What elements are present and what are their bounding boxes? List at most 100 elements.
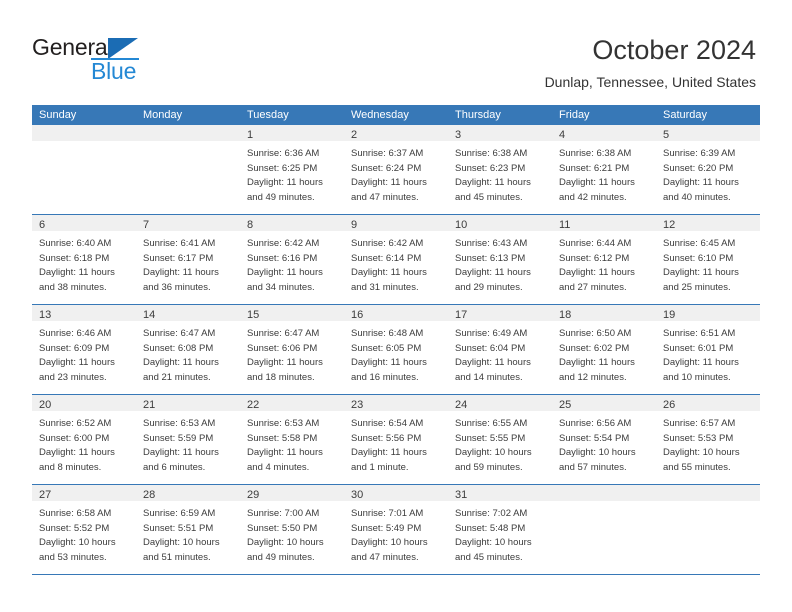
daylight-text: Daylight: 10 hours bbox=[39, 537, 116, 549]
day-detail-lines: Sunrise: 6:54 AM Sunset: 5:56 PM Daylight:… bbox=[344, 411, 448, 475]
daylight-text: Daylight: 11 hours bbox=[143, 267, 219, 279]
sunrise-text: Sunrise: 6:57 AM bbox=[663, 418, 736, 429]
daylight-text: Daylight: 10 hours bbox=[455, 447, 532, 459]
calendar-day-cell[interactable]: 26 Sunrise: 6:57 AM Sunset: 5:53 PM Dayligh… bbox=[656, 395, 760, 484]
weekday-header-thursday: Thursday bbox=[455, 109, 501, 121]
day-number: 30 bbox=[351, 489, 364, 501]
daylight-text: Daylight: 10 hours bbox=[247, 537, 324, 549]
day-number-band: 12 bbox=[656, 215, 760, 231]
daylight-text: and 10 minutes. bbox=[663, 371, 731, 383]
sunset-text: Sunset: 6:17 PM bbox=[143, 252, 214, 264]
calendar-day-cell[interactable]: 21 Sunrise: 6:53 AM Sunset: 5:59 PM Dayligh… bbox=[136, 395, 240, 484]
daylight-text: and 45 minutes. bbox=[455, 191, 523, 203]
calendar-day-cell[interactable]: 7 Sunrise: 6:41 AM Sunset: 6:17 PM Daylight… bbox=[136, 215, 240, 304]
sunrise-text: Sunrise: 6:44 AM bbox=[559, 238, 632, 249]
daylight-text: and 8 minutes. bbox=[39, 461, 102, 473]
general-blue-logo[interactable]: General Blue bbox=[32, 34, 212, 90]
day-detail-lines: Sunrise: 6:49 AM Sunset: 6:04 PM Daylight:… bbox=[448, 321, 552, 385]
calendar-week-row: 27 Sunrise: 6:58 AM Sunset: 5:52 PM Dayligh… bbox=[32, 485, 760, 575]
sunrise-text: Sunrise: 6:53 AM bbox=[247, 418, 320, 429]
weekday-header-row: Sunday Monday Tuesday Wednesday Thursday Frid… bbox=[32, 105, 760, 125]
calendar-day-cell[interactable]: 11 Sunrise: 6:44 AM Sunset: 6:12 PM Dayligh… bbox=[552, 215, 656, 304]
calendar-day-cell[interactable]: 28 Sunrise: 6:59 AM Sunset: 5:51 PM Dayligh… bbox=[136, 485, 240, 574]
calendar-day-cell[interactable]: 19 Sunrise: 6:51 AM Sunset: 6:01 PM Dayligh… bbox=[656, 305, 760, 394]
sunrise-text: Sunrise: 7:00 AM bbox=[247, 508, 320, 519]
day-number: 9 bbox=[351, 219, 358, 231]
daylight-text: and 12 minutes. bbox=[559, 371, 627, 383]
calendar-day-cell[interactable]: 22 Sunrise: 6:53 AM Sunset: 5:58 PM Dayligh… bbox=[240, 395, 344, 484]
calendar-day-cell[interactable]: 10 Sunrise: 6:43 AM Sunset: 6:13 PM Dayligh… bbox=[448, 215, 552, 304]
day-number-band: 6 bbox=[32, 215, 136, 231]
logo-text-blue: Blue bbox=[91, 58, 137, 84]
daylight-text: Daylight: 11 hours bbox=[39, 357, 115, 369]
calendar-day-cell[interactable]: 12 Sunrise: 6:45 AM Sunset: 6:10 PM Dayligh… bbox=[656, 215, 760, 304]
calendar-day-cell[interactable]: 24 Sunrise: 6:55 AM Sunset: 5:55 PM Dayligh… bbox=[448, 395, 552, 484]
day-number-band: 27 bbox=[32, 485, 136, 501]
day-number-band: 30 bbox=[344, 485, 448, 501]
day-number: 1 bbox=[247, 129, 254, 141]
weekday-header-sunday: Sunday bbox=[39, 109, 77, 121]
calendar-day-cell[interactable]: 2 Sunrise: 6:37 AM Sunset: 6:24 PM Daylight… bbox=[344, 125, 448, 214]
daylight-text: and 36 minutes. bbox=[143, 281, 211, 293]
daylight-text: and 23 minutes. bbox=[39, 371, 107, 383]
day-number-band: 21 bbox=[136, 395, 240, 411]
daylight-text: Daylight: 11 hours bbox=[351, 177, 427, 189]
day-number-band: 8 bbox=[240, 215, 344, 231]
day-number: 13 bbox=[39, 309, 52, 321]
sunset-text: Sunset: 6:00 PM bbox=[39, 432, 110, 444]
sunset-text: Sunset: 6:14 PM bbox=[351, 252, 422, 264]
calendar-day-cell[interactable]: 16 Sunrise: 6:48 AM Sunset: 6:05 PM Dayligh… bbox=[344, 305, 448, 394]
calendar-day-cell[interactable]: 27 Sunrise: 6:58 AM Sunset: 5:52 PM Dayligh… bbox=[32, 485, 136, 574]
calendar-day-cell[interactable]: 9 Sunrise: 6:42 AM Sunset: 6:14 PM Daylight… bbox=[344, 215, 448, 304]
day-detail-lines: Sunrise: 6:55 AM Sunset: 5:55 PM Daylight:… bbox=[448, 411, 552, 475]
calendar-day-cell[interactable]: 4 Sunrise: 6:38 AM Sunset: 6:21 PM Daylight… bbox=[552, 125, 656, 214]
sunrise-text: Sunrise: 6:55 AM bbox=[455, 418, 528, 429]
day-number: 17 bbox=[455, 309, 468, 321]
calendar-day-cell[interactable]: 25 Sunrise: 6:56 AM Sunset: 5:54 PM Dayligh… bbox=[552, 395, 656, 484]
sunrise-text: Sunrise: 6:47 AM bbox=[143, 328, 216, 339]
calendar-day-cell[interactable]: 30 Sunrise: 7:01 AM Sunset: 5:49 PM Dayligh… bbox=[344, 485, 448, 574]
day-detail-lines: Sunrise: 7:00 AM Sunset: 5:50 PM Daylight:… bbox=[240, 501, 344, 565]
day-detail-lines: Sunrise: 6:36 AM Sunset: 6:25 PM Daylight:… bbox=[240, 141, 344, 205]
daylight-text: and 18 minutes. bbox=[247, 371, 315, 383]
day-detail-lines bbox=[656, 501, 760, 507]
day-number-band: 25 bbox=[552, 395, 656, 411]
calendar-day-cell[interactable]: 17 Sunrise: 6:49 AM Sunset: 6:04 PM Dayligh… bbox=[448, 305, 552, 394]
weekday-header-tuesday: Tuesday bbox=[247, 109, 289, 121]
calendar-day-cell[interactable]: 20 Sunrise: 6:52 AM Sunset: 6:00 PM Dayligh… bbox=[32, 395, 136, 484]
sunset-text: Sunset: 6:18 PM bbox=[39, 252, 110, 264]
calendar-day-cell[interactable]: 18 Sunrise: 6:50 AM Sunset: 6:02 PM Dayligh… bbox=[552, 305, 656, 394]
sunset-text: Sunset: 6:04 PM bbox=[455, 342, 526, 354]
sunset-text: Sunset: 5:51 PM bbox=[143, 522, 214, 534]
day-number: 11 bbox=[559, 219, 571, 231]
calendar-day-cell[interactable]: 14 Sunrise: 6:47 AM Sunset: 6:08 PM Dayligh… bbox=[136, 305, 240, 394]
calendar-day-cell[interactable]: 3 Sunrise: 6:38 AM Sunset: 6:23 PM Daylight… bbox=[448, 125, 552, 214]
daylight-text: and 25 minutes. bbox=[663, 281, 731, 293]
calendar-day-cell[interactable]: 13 Sunrise: 6:46 AM Sunset: 6:09 PM Dayligh… bbox=[32, 305, 136, 394]
calendar-day-cell[interactable]: 8 Sunrise: 6:42 AM Sunset: 6:16 PM Daylight… bbox=[240, 215, 344, 304]
calendar-day-cell[interactable]: 23 Sunrise: 6:54 AM Sunset: 5:56 PM Dayligh… bbox=[344, 395, 448, 484]
day-number-band: 5 bbox=[656, 125, 760, 141]
daylight-text: and 47 minutes. bbox=[351, 191, 419, 203]
calendar-day-cell[interactable]: 6 Sunrise: 6:40 AM Sunset: 6:18 PM Daylight… bbox=[32, 215, 136, 304]
calendar-day-cell[interactable]: 29 Sunrise: 7:00 AM Sunset: 5:50 PM Dayligh… bbox=[240, 485, 344, 574]
sunrise-text: Sunrise: 6:42 AM bbox=[247, 238, 320, 249]
day-number: 24 bbox=[455, 399, 468, 411]
calendar-week-row: 13 Sunrise: 6:46 AM Sunset: 6:09 PM Dayligh… bbox=[32, 305, 760, 395]
daylight-text: Daylight: 11 hours bbox=[455, 267, 531, 279]
sunset-text: Sunset: 5:55 PM bbox=[455, 432, 526, 444]
day-detail-lines: Sunrise: 6:43 AM Sunset: 6:13 PM Daylight:… bbox=[448, 231, 552, 295]
daylight-text: Daylight: 11 hours bbox=[247, 447, 323, 459]
calendar-day-cell[interactable]: 5 Sunrise: 6:39 AM Sunset: 6:20 PM Daylight… bbox=[656, 125, 760, 214]
day-number-band: 20 bbox=[32, 395, 136, 411]
calendar-day-cell[interactable]: 31 Sunrise: 7:02 AM Sunset: 5:48 PM Dayligh… bbox=[448, 485, 552, 574]
calendar-day-cell[interactable]: 15 Sunrise: 6:47 AM Sunset: 6:06 PM Dayligh… bbox=[240, 305, 344, 394]
sunset-text: Sunset: 6:13 PM bbox=[455, 252, 526, 264]
daylight-text: Daylight: 11 hours bbox=[351, 267, 427, 279]
sunrise-text: Sunrise: 6:56 AM bbox=[559, 418, 632, 429]
day-number-band: 29 bbox=[240, 485, 344, 501]
daylight-text: Daylight: 11 hours bbox=[247, 267, 323, 279]
day-number-band: 28 bbox=[136, 485, 240, 501]
calendar-day-cell[interactable]: 1 Sunrise: 6:36 AM Sunset: 6:25 PM Daylight… bbox=[240, 125, 344, 214]
day-number-band bbox=[32, 125, 136, 141]
